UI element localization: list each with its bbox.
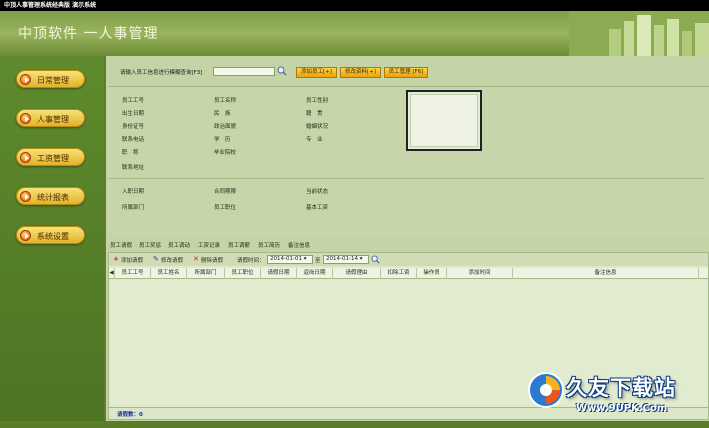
field-education: 学 历: [214, 137, 231, 143]
search-input[interactable]: [213, 67, 275, 76]
tab-resume[interactable]: 员工简历: [258, 241, 280, 249]
tab-rewards[interactable]: 员工奖惩: [139, 241, 161, 249]
nav-salary-management[interactable]: 工资管理: [16, 148, 85, 166]
arrow-icon: [20, 113, 31, 124]
field-employee-name: 员工名称: [214, 98, 237, 104]
column-header[interactable]: 员工姓名: [151, 268, 187, 279]
tab-salary-records[interactable]: 工资记录: [198, 241, 220, 249]
edit-profile-button[interactable]: 修改资料[+]: [340, 67, 381, 78]
field-major: 专 业: [306, 137, 323, 143]
window-title: 中顶人事管理系统经典版 演示系统: [0, 0, 709, 11]
app-title: 中顶软件 一人事管理: [18, 26, 159, 42]
leave-count: 请假数：0: [117, 412, 143, 418]
column-header[interactable]: 请假日期: [261, 268, 297, 279]
employee-management-button[interactable]: 员工管理 [F6]: [384, 67, 428, 78]
watermark: 久友下载站 Www.9UPK.Com: [524, 366, 709, 428]
add-leave-button[interactable]: 添加请假: [121, 256, 143, 264]
tab-leave[interactable]: 员工请假: [110, 241, 132, 249]
date-to-field[interactable]: 2014-01-14 ▾: [323, 255, 369, 264]
date-to-value: 2014-01-14: [326, 256, 358, 262]
search-icon[interactable]: [371, 255, 380, 264]
field-address: 联系地址: [122, 165, 145, 171]
to-label: 至: [315, 258, 321, 264]
edit-leave-button[interactable]: 修改请假: [161, 256, 183, 264]
column-header[interactable]: 所属部门: [187, 268, 225, 279]
field-phone: 联系电话: [122, 137, 145, 143]
add-employee-button[interactable]: 添加员工[+]: [296, 67, 337, 78]
nav-label: 日常管理: [37, 76, 69, 85]
nav-system-settings[interactable]: 系统设置: [16, 226, 85, 244]
column-header[interactable]: 操作员: [417, 268, 447, 279]
plus-icon: +: [113, 255, 119, 263]
delete-icon: ✕: [193, 255, 199, 263]
leave-time-label: 请假时间：: [237, 258, 265, 264]
field-id-number: 身份证号: [122, 124, 145, 130]
nav-label: 统计报表: [37, 193, 69, 202]
search-icon[interactable]: [277, 66, 287, 76]
arrow-icon: [20, 230, 31, 241]
column-header[interactable]: 添加时间: [447, 268, 513, 279]
nav-label: 人事管理: [37, 115, 69, 124]
field-ethnicity: 民 族: [214, 111, 231, 117]
employee-photo[interactable]: [406, 90, 482, 151]
nav-daily-management[interactable]: 日常管理: [16, 70, 85, 88]
skyline-decoration: [569, 11, 709, 56]
field-marital-status: 婚姻状况: [306, 124, 329, 130]
field-employee-id: 员工工号: [122, 98, 145, 104]
tab-salary-adjustment[interactable]: 员工调薪: [228, 241, 250, 249]
date-from-field[interactable]: 2014-01-01 ▾: [267, 255, 313, 264]
column-header[interactable]: 扣除工资: [381, 268, 417, 279]
field-contract-term: 合同期限: [214, 189, 237, 195]
field-political-status: 政治面貌: [214, 124, 237, 130]
edit-icon: ✎: [153, 255, 159, 263]
sidebar: 日常管理 人事管理 工资管理 统计报表 系统设置: [0, 56, 104, 428]
field-current-status: 当前状态: [306, 189, 329, 195]
arrow-icon: [20, 74, 31, 85]
field-school: 毕业院校: [214, 150, 237, 156]
column-header[interactable]: 备注信息: [513, 268, 699, 279]
delete-leave-button[interactable]: 删除请假: [201, 256, 223, 264]
column-header[interactable]: 员工工号: [115, 268, 151, 279]
field-title: 职 称: [122, 150, 139, 156]
field-base-salary: 基本工资: [306, 205, 329, 211]
grid-header: ◀ 员工工号 员工姓名 所属部门 员工职位 请假日期 返岗日期 请假理由 扣除工…: [109, 268, 708, 279]
grid-toolbar: + 添加请假 ✎ 修改请假 ✕ 删除请假 请假时间： 2014-01-01 ▾ …: [109, 253, 708, 266]
nav-label: 工资管理: [37, 154, 69, 163]
nav-statistics-reports[interactable]: 统计报表: [16, 187, 85, 205]
logo-icon: [528, 372, 564, 408]
column-header[interactable]: 返岗日期: [297, 268, 333, 279]
field-hire-date: 入职日期: [122, 189, 145, 195]
column-header[interactable]: 请假理由: [333, 268, 381, 279]
field-birth-date: 出生日期: [122, 111, 145, 117]
field-gender: 员工性别: [306, 98, 329, 104]
field-native-place: 籍 贯: [306, 111, 323, 117]
watermark-text: 久友下载站: [566, 376, 676, 400]
column-header[interactable]: 员工职位: [225, 268, 261, 279]
field-position: 员工职位: [214, 205, 237, 211]
record-tabs: 员工请假 员工奖惩 员工调动 工资记录 员工调薪 员工简历 备注信息: [108, 241, 709, 250]
date-from-value: 2014-01-01: [270, 256, 302, 262]
field-department: 所属部门: [122, 205, 145, 211]
nav-personnel-management[interactable]: 人事管理: [16, 109, 85, 127]
watermark-url: Www.9UPK.Com: [576, 403, 668, 414]
arrow-icon: [20, 152, 31, 163]
divider: [108, 178, 705, 179]
arrow-icon: [20, 191, 31, 202]
tab-notes[interactable]: 备注信息: [288, 241, 310, 249]
tab-transfer[interactable]: 员工调动: [168, 241, 190, 249]
nav-label: 系统设置: [37, 232, 69, 241]
